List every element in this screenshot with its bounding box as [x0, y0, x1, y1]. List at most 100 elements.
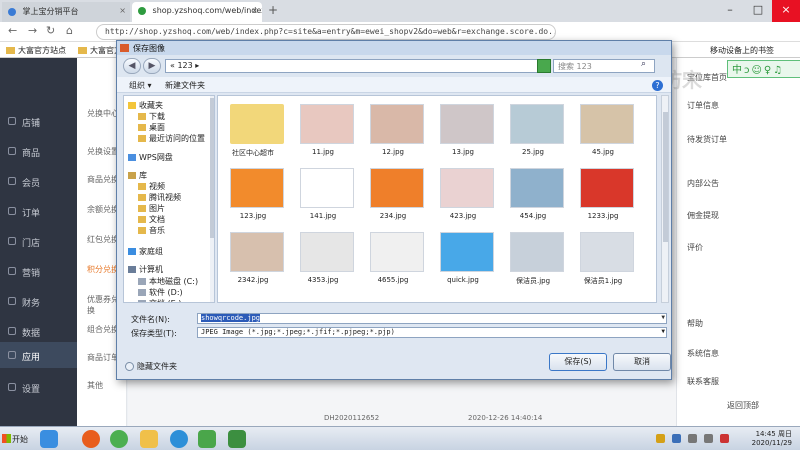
image-thumbnail[interactable]	[230, 232, 284, 272]
image-thumbnail[interactable]	[370, 232, 424, 272]
home-icon[interactable]: ⌂	[66, 24, 73, 37]
subnav-item[interactable]: 商品兑换	[87, 174, 119, 185]
organize-button[interactable]: 组织 ▾	[129, 80, 152, 91]
tray-icon[interactable]	[656, 434, 665, 443]
tree-item[interactable]: 文档 (E:)	[138, 298, 182, 302]
bookmark-item[interactable]: 大富官方站点	[6, 45, 66, 56]
network-icon[interactable]	[688, 434, 697, 443]
volume-icon[interactable]	[704, 434, 713, 443]
image-thumbnail[interactable]	[510, 232, 564, 272]
camtasia-icon[interactable]	[198, 430, 216, 448]
image-thumbnail[interactable]	[580, 104, 634, 144]
image-thumbnail[interactable]	[300, 168, 354, 208]
image-thumbnail[interactable]	[440, 168, 494, 208]
folder-icon[interactable]	[230, 104, 284, 144]
subnav-item[interactable]: 兑换设置	[87, 146, 119, 157]
hide-folders-toggle[interactable]: 隐藏文件夹	[125, 361, 177, 372]
tree-item[interactable]: 音乐	[138, 225, 165, 236]
refresh-icon[interactable]	[537, 59, 551, 73]
tree-item[interactable]: 计算机	[128, 264, 163, 275]
search-input[interactable]: 搜索 123	[553, 59, 655, 73]
new-tab-button[interactable]: +	[268, 3, 278, 17]
sidebar-item-apps[interactable]: 应用	[0, 342, 77, 368]
tree-item[interactable]: 桌面	[138, 122, 165, 133]
subnav-item[interactable]: 组合兑换	[87, 324, 119, 335]
sidebar-item-finance[interactable]: 财务	[0, 288, 77, 314]
tree-item[interactable]: 家庭组	[128, 246, 163, 257]
path-breadcrumb[interactable]: « 123 ▸	[165, 59, 545, 73]
image-thumbnail[interactable]	[300, 104, 354, 144]
subnav-item[interactable]: 兑换中心	[87, 108, 119, 119]
tree-item[interactable]: 最近访问的位置	[138, 133, 205, 144]
right-panel-item[interactable]: 待发货订单	[687, 134, 727, 145]
image-thumbnail[interactable]	[300, 232, 354, 272]
sidebar-item-shop[interactable]: 店铺	[0, 108, 77, 134]
tree-item[interactable]: 库	[128, 170, 147, 181]
new-folder-button[interactable]: 新建文件夹	[165, 80, 205, 91]
tab-shop-url[interactable]: shop.yzshoq.com/web/index.php ×	[132, 2, 262, 22]
save-button[interactable]: 保存(S)	[549, 353, 607, 371]
camtasia-recorder-icon[interactable]	[228, 430, 246, 448]
minimize-icon[interactable]: –	[716, 0, 744, 22]
tab-close-icon[interactable]: ×	[251, 6, 258, 15]
firefox-icon[interactable]	[82, 430, 100, 448]
reload-icon[interactable]: ↻	[46, 24, 55, 37]
image-thumbnail[interactable]	[440, 104, 494, 144]
url-input[interactable]: http://shop.yzshoq.com/web/index.php?c=s…	[96, 24, 556, 40]
clock[interactable]: 14:45 周日 2020/11/29	[752, 430, 792, 448]
tree-item[interactable]: 视频	[138, 181, 165, 192]
tree-item[interactable]: WPS网盘	[128, 152, 173, 163]
right-panel-item[interactable]: 内部公告	[687, 178, 719, 189]
right-panel-item[interactable]: 佣金提现	[687, 210, 719, 221]
subnav-item[interactable]: 商品订单	[87, 352, 119, 363]
scrollbar-thumb[interactable]	[210, 98, 214, 238]
browser-360-icon[interactable]	[110, 430, 128, 448]
tree-item[interactable]: 下载	[138, 111, 165, 122]
sidebar-item-marketing[interactable]: 营销	[0, 258, 77, 284]
sidebar-item-members[interactable]: 会员	[0, 168, 77, 194]
help-icon[interactable]: ?	[652, 80, 663, 91]
dropdown-arrow-icon[interactable]: ▼	[661, 328, 665, 335]
image-thumbnail[interactable]	[510, 168, 564, 208]
tray-icon[interactable]	[720, 434, 729, 443]
sidebar-item-stores[interactable]: 门店	[0, 228, 77, 254]
tray-icon[interactable]	[672, 434, 681, 443]
tab-shop-platform[interactable]: 掌上宝分销平台 ×	[2, 2, 130, 22]
right-panel-item[interactable]: 系统信息	[687, 348, 719, 359]
image-thumbnail[interactable]	[510, 104, 564, 144]
sidebar-item-data[interactable]: 数据	[0, 318, 77, 344]
start-button[interactable]: 开始	[2, 430, 30, 448]
close-window-icon[interactable]: ×	[772, 0, 800, 22]
mobile-bookmarks[interactable]: 移动设备上的书签	[710, 45, 774, 56]
toolbar-addon[interactable]: 中ↄ☺♀♫	[727, 60, 800, 78]
kugou-icon[interactable]	[170, 430, 188, 448]
right-panel-item[interactable]: 联系客服	[687, 376, 719, 387]
back-icon[interactable]: ◀	[123, 58, 141, 74]
tree-item[interactable]: 收藏夹	[128, 100, 163, 111]
image-thumbnail[interactable]	[580, 232, 634, 272]
right-panel-item[interactable]: 帮助	[687, 318, 703, 329]
right-panel-item[interactable]: 订单信息	[687, 100, 719, 111]
image-thumbnail[interactable]	[370, 104, 424, 144]
ie-icon[interactable]	[40, 430, 58, 448]
filetype-select[interactable]: JPEG Image (*.jpg;*.jpeg;*.jfif;*.pjpeg;…	[197, 327, 667, 338]
sidebar-item-goods[interactable]: 商品	[0, 138, 77, 164]
subnav-item[interactable]: 余额兑换	[87, 204, 119, 215]
back-icon[interactable]: ←	[8, 24, 17, 37]
image-thumbnail[interactable]	[370, 168, 424, 208]
dropdown-arrow-icon[interactable]: ▼	[661, 314, 665, 321]
cancel-button[interactable]: 取消	[613, 353, 671, 371]
tree-scrollbar[interactable]	[210, 96, 214, 302]
file-grid-scrollbar[interactable]	[661, 95, 669, 303]
filename-input[interactable]: showqrcode.jpg ▼	[197, 313, 667, 324]
forward-icon[interactable]: ▶	[143, 58, 161, 74]
tree-item[interactable]: 腾讯视频	[138, 192, 181, 203]
sidebar-item-orders[interactable]: 订单	[0, 198, 77, 224]
subnav-item[interactable]: 积分兑换	[87, 264, 119, 275]
forward-icon[interactable]: →	[28, 24, 37, 37]
image-thumbnail[interactable]	[440, 232, 494, 272]
explorer-icon[interactable]	[140, 430, 158, 448]
subnav-item[interactable]: 红包兑换	[87, 234, 119, 245]
tab-close-icon[interactable]: ×	[119, 6, 126, 15]
tree-item[interactable]: 文档	[138, 214, 165, 225]
